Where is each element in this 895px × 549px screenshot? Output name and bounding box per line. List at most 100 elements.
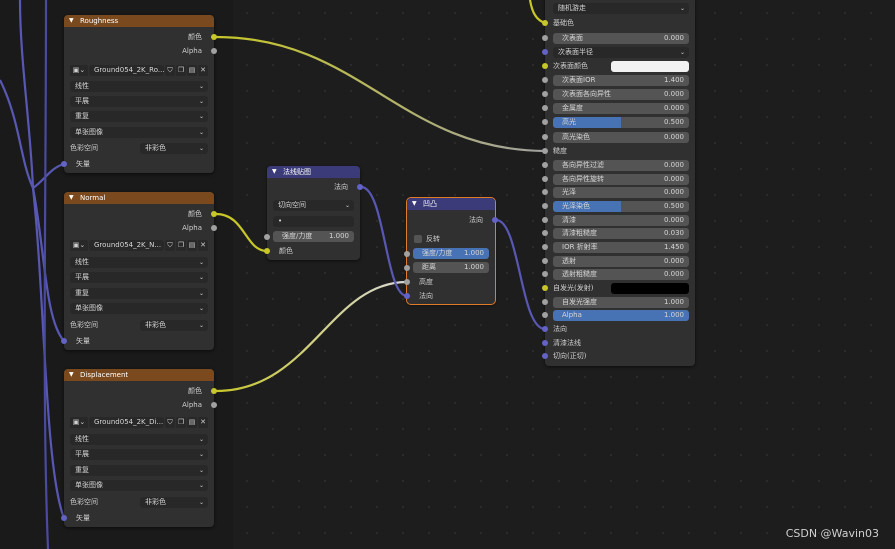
subsurface-ior-field[interactable]: 次表面IOR 1.400 <box>553 75 689 86</box>
input-strength-socket[interactable] <box>404 251 410 257</box>
shield-icon[interactable]: ⛉ <box>165 240 175 251</box>
emission-color-swatch[interactable] <box>611 283 689 294</box>
duplicate-icon[interactable]: ❐ <box>176 65 186 76</box>
sheen-tint-field[interactable]: 光泽染色 0.500 <box>553 201 689 212</box>
output-color-socket[interactable] <box>211 211 217 217</box>
chevron-down-icon[interactable]: ▼ <box>69 192 74 204</box>
clearcoat-field[interactable]: 清漆 0.000 <box>553 215 689 226</box>
close-icon[interactable]: ✕ <box>198 417 208 428</box>
input-vector-socket[interactable] <box>61 338 67 344</box>
input-normal-socket[interactable] <box>404 293 410 299</box>
output-alpha-socket[interactable] <box>211 402 217 408</box>
specular-tint-field[interactable]: 高光染色 0.000 <box>553 132 689 143</box>
normal-map-node[interactable]: ▼ 法线贴图 法向 切向空间 ⌄ • 强度/力度 1.000 颜色 <box>264 166 363 260</box>
projection-dropdown[interactable]: 平展 ⌄ <box>70 449 208 460</box>
space-dropdown[interactable]: 切向空间 ⌄ <box>273 200 354 211</box>
image-selector[interactable]: ▣⌄ Ground054_2K_Di... ⛉ ❐ ▤ ✕ <box>70 417 208 429</box>
interpolation-dropdown[interactable]: 线性 ⌄ <box>70 257 208 268</box>
ior-field[interactable]: IOR 折射率 1.450 <box>553 242 689 253</box>
emission-strength-socket[interactable] <box>542 299 548 305</box>
projection-dropdown[interactable]: 平展 ⌄ <box>70 96 208 107</box>
emission-strength-field[interactable]: 自发光强度 1.000 <box>553 297 689 308</box>
node-header[interactable]: ▼ 凹凸 <box>407 198 495 210</box>
subsurface-color-socket[interactable] <box>542 63 548 69</box>
anisotropic-rotation-socket[interactable] <box>542 176 548 182</box>
subsurface-field[interactable]: 次表面 0.000 <box>553 33 689 44</box>
input-vector-socket[interactable] <box>61 161 67 167</box>
subsurface-ior-socket[interactable] <box>542 77 548 83</box>
chevron-down-icon[interactable]: ▼ <box>412 198 417 210</box>
chevron-down-icon[interactable]: ▼ <box>272 166 277 178</box>
transmission-roughness-socket[interactable] <box>542 271 548 277</box>
clearcoat-roughness-socket[interactable] <box>542 230 548 236</box>
base-color-socket[interactable] <box>542 20 548 26</box>
source-dropdown[interactable]: 单张图像 ⌄ <box>70 303 208 314</box>
node-header[interactable]: ▼ Normal <box>64 192 214 204</box>
clearcoat-socket[interactable] <box>542 217 548 223</box>
specular-tint-socket[interactable] <box>542 134 548 140</box>
output-color-socket[interactable] <box>211 388 217 394</box>
duplicate-icon[interactable]: ❐ <box>176 417 186 428</box>
alpha-socket[interactable] <box>542 312 548 318</box>
transmission-socket[interactable] <box>542 258 548 264</box>
extension-dropdown[interactable]: 重复 ⌄ <box>70 465 208 476</box>
sheen-socket[interactable] <box>542 189 548 195</box>
folder-icon[interactable]: ▤ <box>187 240 197 251</box>
clearcoat-normal-socket[interactable] <box>542 340 548 346</box>
tangent-socket[interactable] <box>542 353 548 359</box>
colorspace-dropdown[interactable]: 非彩色 ⌄ <box>140 497 208 508</box>
folder-icon[interactable]: ▤ <box>187 417 197 428</box>
strength-field[interactable]: 强度/力度 1.000 <box>273 231 354 242</box>
input-height-socket[interactable] <box>404 279 410 285</box>
output-normal-socket[interactable] <box>492 217 498 223</box>
output-normal-socket[interactable] <box>357 184 363 190</box>
specular-field[interactable]: 高光 0.500 <box>553 117 689 128</box>
colorspace-dropdown[interactable]: 非彩色 ⌄ <box>140 143 208 154</box>
node-header[interactable]: ▼ 法线贴图 <box>267 166 360 178</box>
subsurface-method-dropdown[interactable]: 随机游走 ⌄ <box>553 3 689 14</box>
interpolation-dropdown[interactable]: 线性 ⌄ <box>70 434 208 445</box>
strength-field[interactable]: 强度/力度 1.000 <box>413 248 489 259</box>
displacement-image-texture-node[interactable]: ▼ Displacement 颜色 Alpha ▣⌄ Ground054_2K_… <box>61 369 217 527</box>
input-color-socket[interactable] <box>264 248 270 254</box>
extension-dropdown[interactable]: 重复 ⌄ <box>70 288 208 299</box>
projection-dropdown[interactable]: 平展 ⌄ <box>70 272 208 283</box>
image-browse-icon[interactable]: ▣⌄ <box>70 417 88 428</box>
bump-node[interactable]: ▼ 凹凸 法向 反转 强度/力度 1.000 距离 1.000 高度 法向 <box>404 197 498 305</box>
ior-socket[interactable] <box>542 244 548 250</box>
close-icon[interactable]: ✕ <box>198 65 208 76</box>
transmission-field[interactable]: 透射 0.000 <box>553 256 689 267</box>
subsurface-radius[interactable]: 次表面半径 ⌄ <box>553 47 689 58</box>
source-dropdown[interactable]: 单张图像 ⌄ <box>70 480 208 491</box>
chevron-down-icon[interactable]: ▼ <box>69 369 74 381</box>
transmission-roughness-field[interactable]: 透射粗糙度 0.000 <box>553 269 689 280</box>
uv-map-field[interactable]: • <box>273 216 354 227</box>
roughness-socket[interactable] <box>542 148 548 154</box>
subsurface-radius-socket[interactable] <box>542 49 548 55</box>
image-name-field[interactable]: Ground054_2K_Di... <box>89 417 164 428</box>
roughness-image-texture-node[interactable]: ▼ Roughness 颜色 Alpha ▣⌄ Ground054_2K_Ro.… <box>61 15 217 173</box>
anisotropic-socket[interactable] <box>542 162 548 168</box>
anisotropic-field[interactable]: 各向异性过滤 0.000 <box>553 160 689 171</box>
invert-checkbox[interactable] <box>414 235 422 243</box>
colorspace-dropdown[interactable]: 非彩色 ⌄ <box>140 320 208 331</box>
principled-bsdf-node[interactable]: 随机游走 ⌄ 基础色 次表面 0.000 次表面半径 ⌄ 次表面颜色 次表面IOR 1.400 次表… <box>542 0 695 366</box>
image-name-field[interactable]: Ground054_2K_N... <box>89 240 164 251</box>
interpolation-dropdown[interactable]: 线性 ⌄ <box>70 81 208 92</box>
subsurface-anisotropy-socket[interactable] <box>542 91 548 97</box>
subsurface-color-color-swatch[interactable] <box>611 61 689 72</box>
image-name-field[interactable]: Ground054_2K_Ro... <box>89 65 164 76</box>
input-vector-socket[interactable] <box>61 515 67 521</box>
clearcoat-roughness-field[interactable]: 清漆粗糙度 0.030 <box>553 228 689 239</box>
node-header[interactable]: ▼ Displacement <box>64 369 214 381</box>
metallic-field[interactable]: 金属度 0.000 <box>553 103 689 114</box>
output-alpha-socket[interactable] <box>211 225 217 231</box>
distance-field[interactable]: 距离 1.000 <box>413 262 489 273</box>
normal-image-texture-node[interactable]: ▼ Normal 颜色 Alpha ▣⌄ Ground054_2K_N... ⛉… <box>61 192 217 350</box>
duplicate-icon[interactable]: ❐ <box>176 240 186 251</box>
normal-socket[interactable] <box>542 326 548 332</box>
shield-icon[interactable]: ⛉ <box>165 417 175 428</box>
sheen-tint-socket[interactable] <box>542 203 548 209</box>
close-icon[interactable]: ✕ <box>198 240 208 251</box>
shield-icon[interactable]: ⛉ <box>165 65 175 76</box>
